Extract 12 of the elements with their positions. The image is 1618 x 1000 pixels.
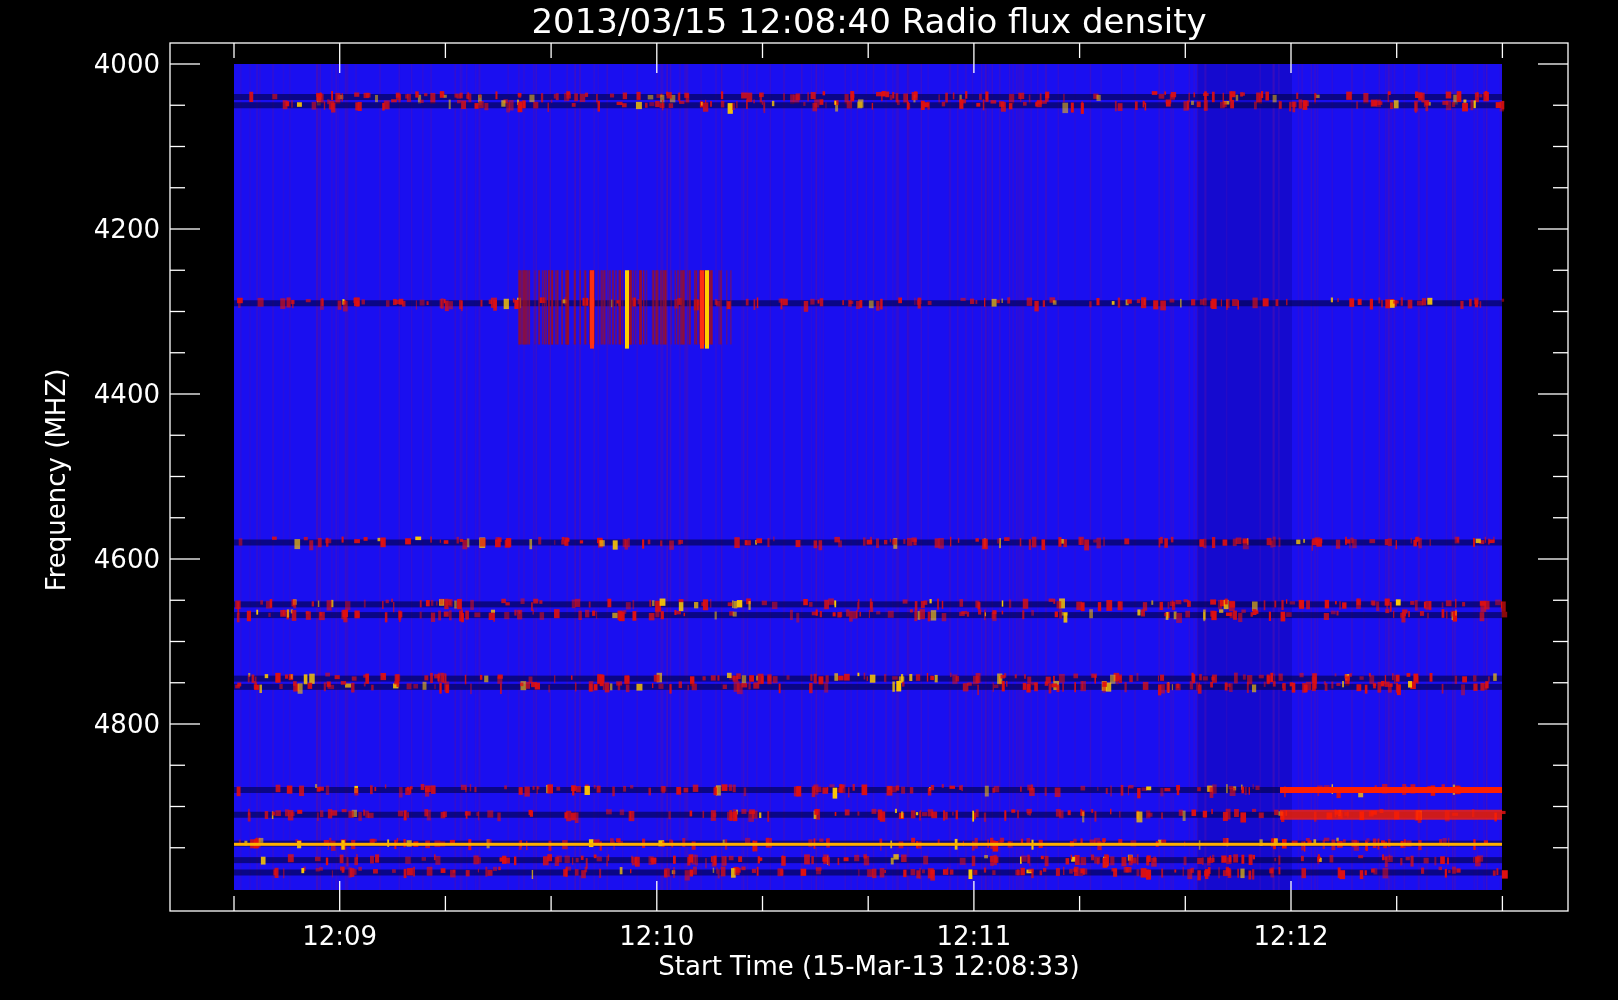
y-axis-title: Frequency (MHZ) xyxy=(41,368,71,592)
y-tick-label: 4600 xyxy=(93,544,160,574)
x-tick-label: 12:12 xyxy=(1253,921,1329,951)
y-tick-label: 4800 xyxy=(93,709,160,739)
x-tick-label: 12:10 xyxy=(619,921,695,951)
y-tick-label: 4200 xyxy=(93,214,160,244)
y-tick-label: 4000 xyxy=(93,49,160,79)
chart-title: 2013/03/15 12:08:40 Radio flux density xyxy=(531,1,1207,41)
y-tick-label: 4400 xyxy=(93,379,160,409)
x-axis-title: Start Time (15-Mar-13 12:08:33) xyxy=(658,951,1080,981)
x-tick-label: 12:11 xyxy=(936,921,1012,951)
x-tick-label: 12:09 xyxy=(302,921,378,951)
